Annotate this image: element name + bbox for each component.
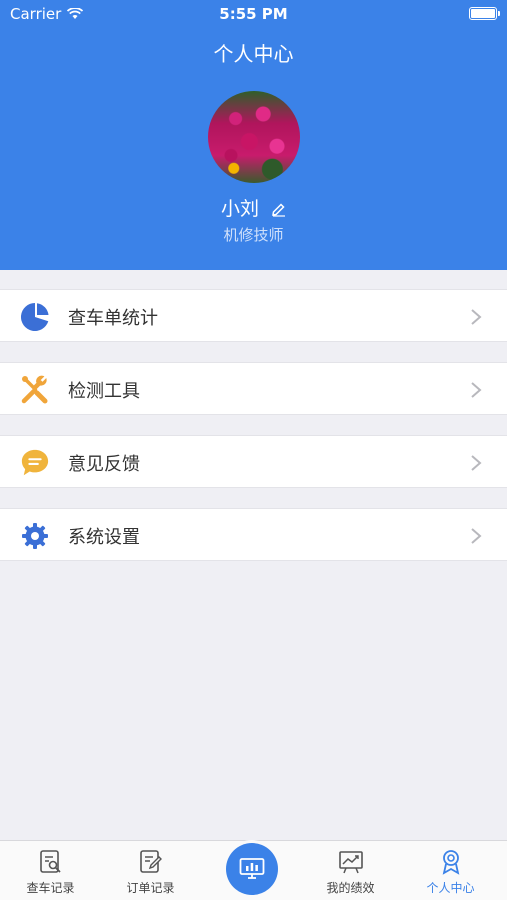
avatar[interactable] <box>208 91 300 183</box>
tab-vehicle-records[interactable]: 查车记录 <box>0 841 101 900</box>
tab-label: 个人中心 <box>426 881 475 895</box>
menu-item-tools[interactable]: 检测工具 <box>0 362 507 415</box>
status-time: 5:55 PM <box>219 5 288 23</box>
tab-my-performance[interactable]: 我的绩效 <box>300 841 401 900</box>
chevron-right-icon <box>471 528 482 544</box>
tab-order-records[interactable]: 订单记录 <box>100 841 201 900</box>
tab-dashboard-center-button[interactable] <box>226 843 278 895</box>
search-document-icon <box>40 850 61 873</box>
chat-bubble-icon <box>20 448 50 478</box>
menu-item-statistics[interactable]: 查车单统计 <box>0 289 507 342</box>
gear-icon <box>20 521 50 551</box>
tab-label: 查车记录 <box>26 881 75 895</box>
menu-label: 检测工具 <box>68 381 140 402</box>
menu-item-settings[interactable]: 系统设置 <box>0 508 507 561</box>
chevron-right-icon <box>471 455 482 471</box>
menu-label: 系统设置 <box>68 527 140 548</box>
pie-chart-icon <box>20 302 50 332</box>
menu-label: 意见反馈 <box>68 454 140 475</box>
tab-label: 订单记录 <box>126 881 175 895</box>
tab-label: 我的绩效 <box>326 881 375 895</box>
chevron-right-icon <box>471 309 482 325</box>
menu-label: 查车单统计 <box>68 308 158 329</box>
page-title: 个人中心 <box>213 42 294 66</box>
tab-personal-center[interactable]: 个人中心 <box>400 841 501 900</box>
edit-pencil-icon[interactable] <box>271 202 286 217</box>
user-role: 机修技师 <box>223 226 284 244</box>
user-name-row[interactable]: 小刘 <box>0 194 507 221</box>
chevron-right-icon <box>471 382 482 398</box>
trend-chart-icon <box>339 851 363 874</box>
menu-item-feedback[interactable]: 意见反馈 <box>0 435 507 488</box>
edit-document-icon <box>140 850 162 873</box>
status-bar: Carrier 5:55 PM <box>0 0 507 28</box>
tools-icon <box>20 375 50 405</box>
battery-icon <box>469 7 500 20</box>
monitor-chart-icon <box>239 858 265 879</box>
user-name: 小刘 <box>220 198 259 220</box>
profile-header: Carrier 5:55 PM 个人中心 小刘 机修技师 <box>0 0 507 270</box>
person-badge-icon <box>442 850 460 875</box>
